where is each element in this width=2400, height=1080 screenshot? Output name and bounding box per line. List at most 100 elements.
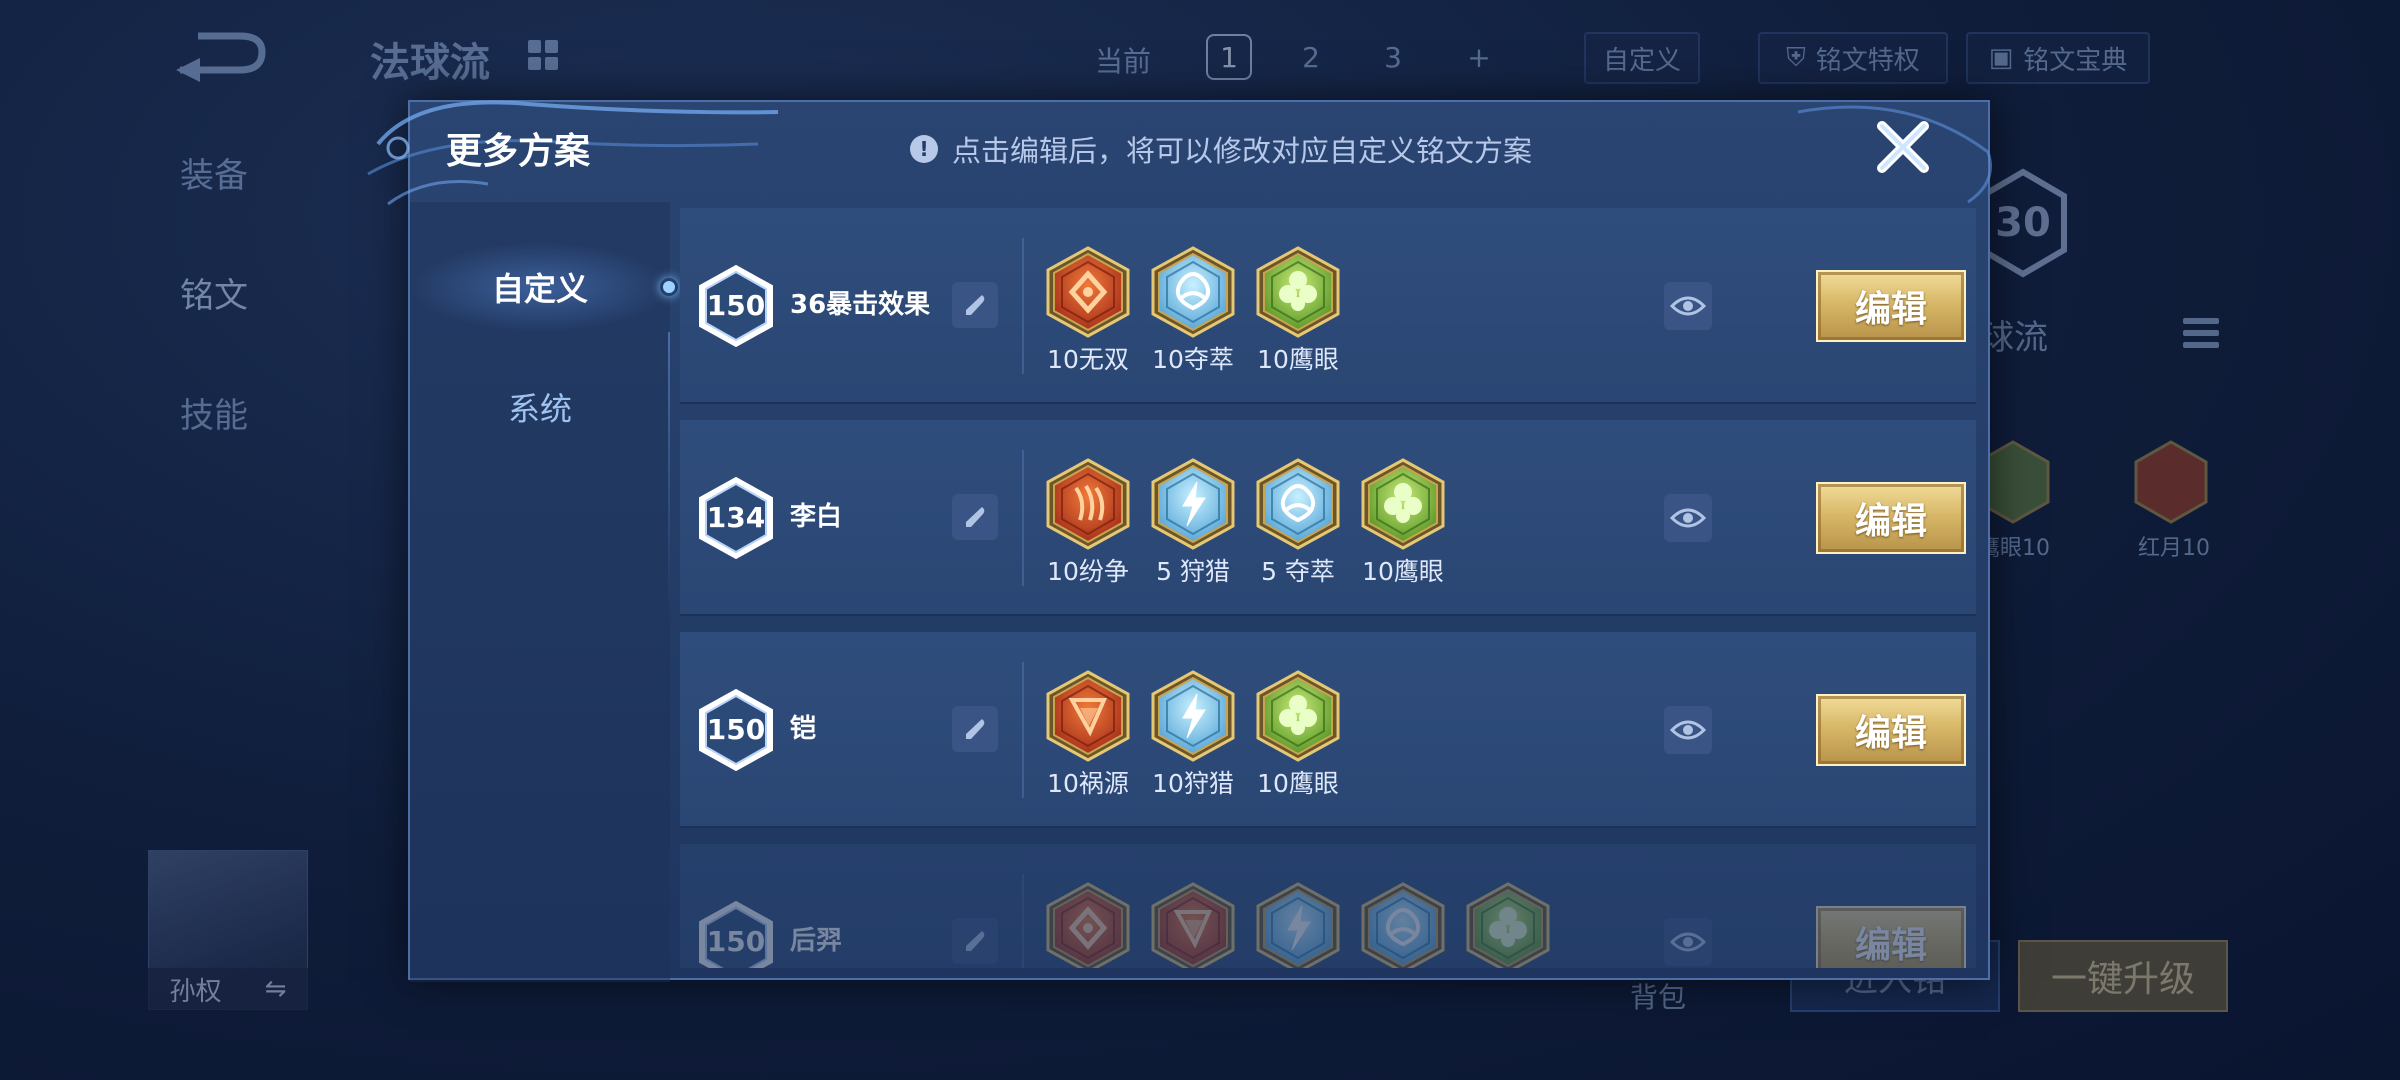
nav-runes[interactable]: 铭文 xyxy=(180,268,248,317)
bolt-rune-icon xyxy=(1151,670,1235,762)
plan-name: 铠 xyxy=(790,714,817,744)
eye-icon xyxy=(1670,932,1706,952)
rune-slot[interactable]: 5 夺萃 xyxy=(1252,458,1344,588)
rune-slot[interactable]: 10鹰眼 xyxy=(1252,670,1344,800)
blade-rune-icon xyxy=(1151,882,1235,968)
row-divider xyxy=(1022,874,1024,968)
rune-label: 10祸源 xyxy=(1047,769,1129,798)
page-tab-1[interactable]: 1 xyxy=(1206,34,1252,80)
pencil-icon xyxy=(966,931,985,951)
plan-row[interactable]: 134 李白 10纷争 5 狩猎 5 夺萃 10鹰眼 编辑 xyxy=(680,420,1976,616)
rune-slot[interactable] xyxy=(1147,882,1239,968)
bg-red-rune-icon xyxy=(2134,440,2208,524)
grid-icon[interactable] xyxy=(528,40,558,70)
edit-button[interactable]: 编辑 xyxy=(1816,270,1966,342)
rune-slot[interactable]: 10鹰眼 xyxy=(1357,458,1449,588)
hero-name-bar[interactable]: 孙权 ⇋ xyxy=(148,968,308,1010)
preview-button[interactable] xyxy=(1664,918,1712,966)
clover-rune-icon xyxy=(1256,246,1340,338)
bolt-rune-icon xyxy=(1151,458,1235,550)
tab-custom[interactable]: 自定义 xyxy=(410,242,678,332)
rune-book-icon: ▣ xyxy=(1988,43,2014,73)
plan-name: 后羿 xyxy=(790,926,843,956)
plan-list[interactable]: 150 36暴击效果 10无双 10夺萃 10鹰眼 编辑 134 李白 10纷争… xyxy=(680,208,1976,968)
row-divider xyxy=(1022,450,1024,586)
plan-row[interactable]: 150 后羿 编辑 xyxy=(680,844,1976,968)
plan-level-value: 150 xyxy=(707,289,765,322)
eye-icon xyxy=(1670,720,1706,740)
page-tab-3[interactable]: 3 xyxy=(1370,34,1416,80)
rune-slot[interactable]: 10祸源 xyxy=(1042,670,1134,800)
dialog-hint-text: 点击编辑后，将可以修改对应自定义铭文方案 xyxy=(952,134,1533,168)
clover-rune-icon xyxy=(1361,458,1445,550)
swap-icon: ⇋ xyxy=(264,974,287,1004)
plan-type-tabs: 自定义 系统 xyxy=(410,202,678,982)
pencil-icon xyxy=(966,719,985,739)
dialog-hint: ! 点击编辑后，将可以修改对应自定义铭文方案 xyxy=(910,128,1532,170)
rune-label: 10夺萃 xyxy=(1152,345,1234,374)
custom-button[interactable]: 自定义 xyxy=(1584,32,1700,84)
tab-divider xyxy=(668,332,670,622)
preview-button[interactable] xyxy=(1664,494,1712,542)
blade-rune-icon xyxy=(1046,670,1130,762)
bolt-rune-icon xyxy=(1256,882,1340,968)
rune-slot[interactable]: 10纷争 xyxy=(1042,458,1134,588)
rune-label: 5 狩猎 xyxy=(1156,557,1230,586)
rune-label: 10无双 xyxy=(1047,345,1129,374)
rune-slot[interactable]: 10鹰眼 xyxy=(1252,246,1344,376)
preview-button[interactable] xyxy=(1664,706,1712,754)
list-icon[interactable] xyxy=(2183,318,2219,356)
plan-subtitle: 球流 xyxy=(1980,318,2048,358)
page-title: 法球流 xyxy=(370,40,490,86)
edit-button[interactable]: 编辑 xyxy=(1816,906,1966,968)
tab-system[interactable]: 系统 xyxy=(410,362,670,452)
back-arrow-icon[interactable] xyxy=(170,30,270,82)
rename-button[interactable] xyxy=(952,494,998,540)
preview-button[interactable] xyxy=(1664,282,1712,330)
plan-row[interactable]: 150 铠 10祸源 10狩猎 10鹰眼 编辑 xyxy=(680,632,1976,828)
nav-equipment[interactable]: 装备 xyxy=(180,148,248,197)
plan-level-value: 150 xyxy=(707,925,765,958)
rune-slot[interactable]: 10无双 xyxy=(1042,246,1134,376)
nav-skills[interactable]: 技能 xyxy=(180,388,248,437)
rune-book-button[interactable]: ▣ 铭文宝典 xyxy=(1966,32,2150,84)
rune-slot[interactable]: 10狩猎 xyxy=(1147,670,1239,800)
active-tab-indicator xyxy=(660,278,678,296)
eye-icon xyxy=(1670,296,1706,316)
rune-special-button[interactable]: ⛨ 铭文特权 xyxy=(1758,32,1948,84)
rune-slot[interactable] xyxy=(1252,882,1344,968)
rename-button[interactable] xyxy=(952,282,998,328)
rename-button[interactable] xyxy=(952,918,998,964)
add-page-button[interactable]: + xyxy=(1456,34,1502,80)
info-icon: ! xyxy=(910,135,938,163)
plan-level-value: 134 xyxy=(707,501,765,534)
eye-icon xyxy=(1670,508,1706,528)
rune-slot[interactable]: 10夺萃 xyxy=(1147,246,1239,376)
close-icon[interactable] xyxy=(1872,116,1934,178)
plan-level-badge: 150 xyxy=(699,900,773,968)
rune-slot[interactable] xyxy=(1357,882,1449,968)
plan-level-badge: 134 xyxy=(699,476,773,560)
rune-level-badge: 30 xyxy=(1979,168,2067,278)
rune-label: 10纷争 xyxy=(1047,557,1129,586)
knot-rune-icon xyxy=(1151,246,1235,338)
edit-button[interactable]: 编辑 xyxy=(1816,694,1966,766)
clover-rune-icon xyxy=(1256,670,1340,762)
rune-label: 10鹰眼 xyxy=(1362,557,1444,586)
plan-row[interactable]: 150 36暴击效果 10无双 10夺萃 10鹰眼 编辑 xyxy=(680,208,1976,404)
rune-slot[interactable] xyxy=(1042,882,1134,968)
rune-slot[interactable] xyxy=(1462,882,1554,968)
rune-level-text: 30 xyxy=(1995,200,2051,246)
edit-button[interactable]: 编辑 xyxy=(1816,482,1966,554)
plan-name: 李白 xyxy=(790,502,843,532)
page-tab-2[interactable]: 2 xyxy=(1288,34,1334,80)
tab-custom-label: 自定义 xyxy=(491,270,588,308)
bag-label[interactable]: 背包 xyxy=(1630,976,1686,1016)
current-label: 当前 xyxy=(1095,45,1152,78)
pencil-icon xyxy=(966,507,985,527)
rune-slot[interactable]: 5 狩猎 xyxy=(1147,458,1239,588)
rename-button[interactable] xyxy=(952,706,998,752)
tab-system-label: 系统 xyxy=(507,390,572,428)
upgrade-all-button[interactable]: 一键升级 xyxy=(2018,940,2228,1012)
rune-label: 10狩猎 xyxy=(1152,769,1234,798)
